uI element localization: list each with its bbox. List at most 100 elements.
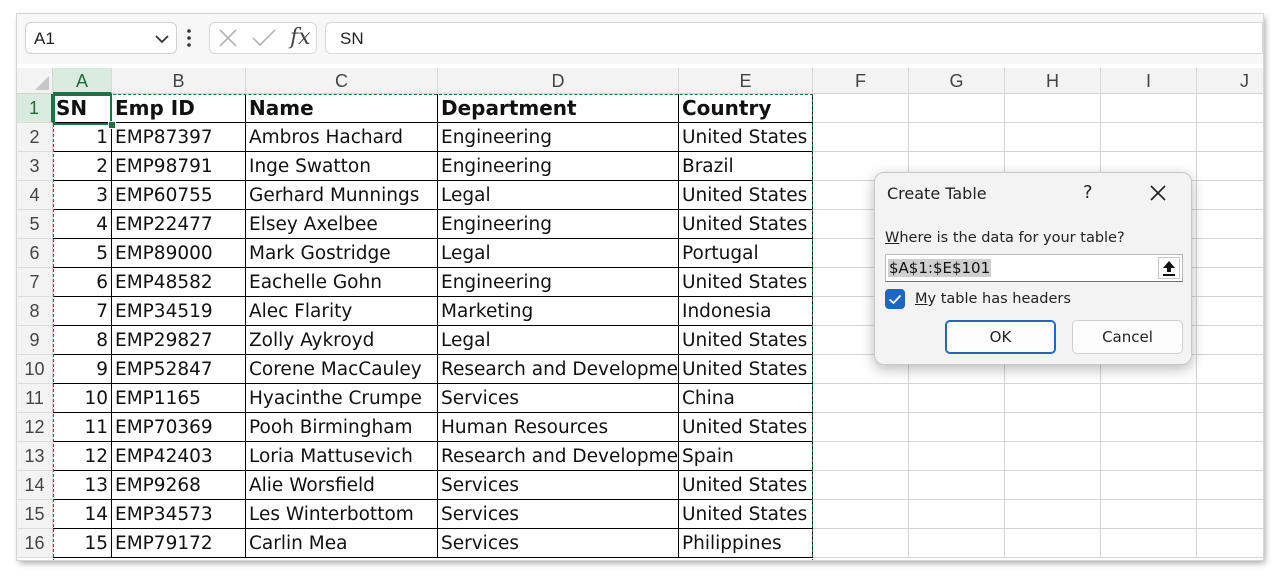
cell-a8[interactable]: 7 — [53, 297, 112, 326]
cell-e5[interactable]: United States — [679, 210, 813, 239]
cell-f2[interactable] — [813, 123, 909, 152]
cell-c14[interactable]: Alie Worsfield — [246, 471, 438, 500]
cell-g2[interactable] — [909, 123, 1005, 152]
row-header-16[interactable]: 16 — [17, 529, 53, 558]
cell-e15[interactable]: United States — [679, 500, 813, 529]
cell-e16[interactable]: Philippines — [679, 529, 813, 558]
cell-d5[interactable]: Engineering — [438, 210, 679, 239]
cell-g16[interactable] — [909, 529, 1005, 558]
column-header-c[interactable]: C — [246, 68, 438, 94]
cell-c4[interactable]: Gerhard Munnings — [246, 181, 438, 210]
cell-i12[interactable] — [1101, 413, 1197, 442]
cell-b15[interactable]: EMP34573 — [112, 500, 246, 529]
cell-j5[interactable] — [1197, 210, 1263, 239]
cell-c1[interactable]: Name — [246, 94, 438, 123]
cell-a11[interactable]: 10 — [53, 384, 112, 413]
cell-j10[interactable] — [1197, 355, 1263, 384]
cell-b10[interactable]: EMP52847 — [112, 355, 246, 384]
cell-a5[interactable]: 4 — [53, 210, 112, 239]
cell-e11[interactable]: China — [679, 384, 813, 413]
cell-i14[interactable] — [1101, 471, 1197, 500]
cell-i16[interactable] — [1101, 529, 1197, 558]
cell-a3[interactable]: 2 — [53, 152, 112, 181]
cell-j11[interactable] — [1197, 384, 1263, 413]
cell-b12[interactable]: EMP70369 — [112, 413, 246, 442]
cell-f13[interactable] — [813, 442, 909, 471]
cell-j16[interactable] — [1197, 529, 1263, 558]
cell-d15[interactable]: Services — [438, 500, 679, 529]
cell-b7[interactable]: EMP48582 — [112, 268, 246, 297]
help-button[interactable]: ? — [1083, 182, 1093, 203]
cell-d14[interactable]: Services — [438, 471, 679, 500]
cell-b6[interactable]: EMP89000 — [112, 239, 246, 268]
cell-e14[interactable]: United States — [679, 471, 813, 500]
cell-a4[interactable]: 3 — [53, 181, 112, 210]
cell-h2[interactable] — [1005, 123, 1101, 152]
cell-d10[interactable]: Research and Development — [438, 355, 679, 384]
cell-c6[interactable]: Mark Gostridge — [246, 239, 438, 268]
cell-j2[interactable] — [1197, 123, 1263, 152]
cell-b3[interactable]: EMP98791 — [112, 152, 246, 181]
cell-a7[interactable]: 6 — [53, 268, 112, 297]
cell-j7[interactable] — [1197, 268, 1263, 297]
cell-d2[interactable]: Engineering — [438, 123, 679, 152]
cell-g11[interactable] — [909, 384, 1005, 413]
cell-j12[interactable] — [1197, 413, 1263, 442]
cell-a9[interactable]: 8 — [53, 326, 112, 355]
range-input[interactable]: $A$1:$E$101 — [885, 254, 1183, 282]
cell-e3[interactable]: Brazil — [679, 152, 813, 181]
row-header-6[interactable]: 6 — [17, 239, 53, 268]
name-box[interactable]: A1 — [25, 22, 177, 54]
cell-b9[interactable]: EMP29827 — [112, 326, 246, 355]
cell-g15[interactable] — [909, 500, 1005, 529]
cancel-button[interactable]: Cancel — [1072, 320, 1183, 354]
row-header-5[interactable]: 5 — [17, 210, 53, 239]
cell-b11[interactable]: EMP1165 — [112, 384, 246, 413]
cell-a12[interactable]: 11 — [53, 413, 112, 442]
cell-g12[interactable] — [909, 413, 1005, 442]
row-header-3[interactable]: 3 — [17, 152, 53, 181]
row-header-11[interactable]: 11 — [17, 384, 53, 413]
cell-j8[interactable] — [1197, 297, 1263, 326]
cell-c2[interactable]: Ambros Hachard — [246, 123, 438, 152]
cell-c13[interactable]: Loria Mattusevich — [246, 442, 438, 471]
cell-e7[interactable]: United States — [679, 268, 813, 297]
cell-a14[interactable]: 13 — [53, 471, 112, 500]
cell-i11[interactable] — [1101, 384, 1197, 413]
column-header-d[interactable]: D — [438, 68, 679, 94]
cell-b1[interactable]: Emp ID — [112, 94, 246, 123]
row-header-10[interactable]: 10 — [17, 355, 53, 384]
cell-d16[interactable]: Services — [438, 529, 679, 558]
row-header-8[interactable]: 8 — [17, 297, 53, 326]
cell-a15[interactable]: 14 — [53, 500, 112, 529]
cell-h14[interactable] — [1005, 471, 1101, 500]
cell-b13[interactable]: EMP42403 — [112, 442, 246, 471]
select-all-corner[interactable] — [17, 68, 53, 94]
cell-e4[interactable]: United States — [679, 181, 813, 210]
column-header-e[interactable]: E — [679, 68, 813, 94]
cell-f15[interactable] — [813, 500, 909, 529]
cell-i2[interactable] — [1101, 123, 1197, 152]
cell-f11[interactable] — [813, 384, 909, 413]
cell-e9[interactable]: United States — [679, 326, 813, 355]
cell-j1[interactable] — [1197, 94, 1263, 123]
cell-d6[interactable]: Legal — [438, 239, 679, 268]
cell-j15[interactable] — [1197, 500, 1263, 529]
cell-d1[interactable]: Department — [438, 94, 679, 123]
cell-e2[interactable]: United States — [679, 123, 813, 152]
cell-f1[interactable] — [813, 94, 909, 123]
cell-b14[interactable]: EMP9268 — [112, 471, 246, 500]
cell-d11[interactable]: Services — [438, 384, 679, 413]
column-header-j[interactable]: J — [1197, 68, 1263, 94]
cell-c16[interactable]: Carlin Mea — [246, 529, 438, 558]
cell-c7[interactable]: Eachelle Gohn — [246, 268, 438, 297]
cell-d7[interactable]: Engineering — [438, 268, 679, 297]
cell-b4[interactable]: EMP60755 — [112, 181, 246, 210]
enter-check-icon[interactable] — [252, 28, 276, 53]
close-icon[interactable] — [1150, 185, 1166, 205]
row-header-14[interactable]: 14 — [17, 471, 53, 500]
cell-j13[interactable] — [1197, 442, 1263, 471]
row-header-2[interactable]: 2 — [17, 123, 53, 152]
cell-h12[interactable] — [1005, 413, 1101, 442]
cell-i15[interactable] — [1101, 500, 1197, 529]
